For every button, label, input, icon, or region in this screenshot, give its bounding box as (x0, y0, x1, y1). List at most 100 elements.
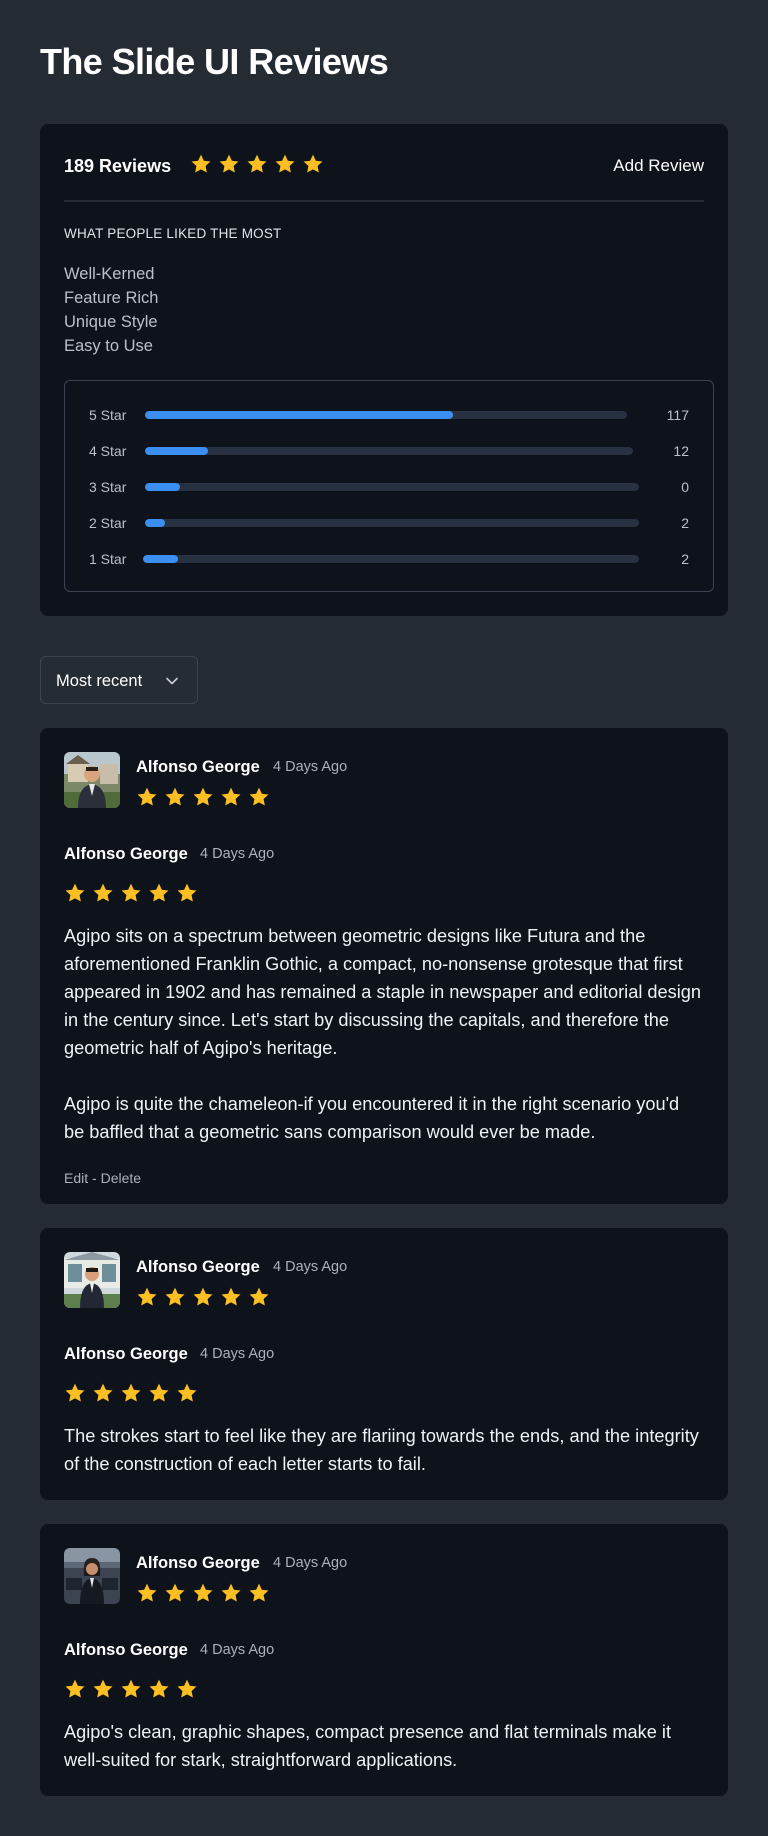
rating-row-count: 117 (666, 407, 689, 423)
review-text: Agipo's clean, graphic shapes, compact p… (64, 1722, 672, 1770)
review-text: Agipo is quite the chameleon-if you enco… (64, 1094, 680, 1142)
review-card: Alfonso George 4 Days Ago Alfonso George… (40, 1524, 728, 1796)
star-icon (248, 1582, 270, 1604)
star-icon (148, 882, 170, 904)
reviews-page: The Slide UI Reviews 189 Reviews Add Rev… (0, 0, 768, 1836)
sort-selected-value: Most recent (56, 672, 143, 690)
star-icon (136, 786, 158, 808)
sort-select[interactable]: Most recent (40, 656, 198, 704)
rating-row-label: 1 Star (89, 551, 127, 567)
rating-row-5: 5 Star 117 (89, 403, 689, 427)
review-rating-stars (136, 1286, 270, 1308)
reviewer-name: Alfonso George (64, 1641, 188, 1659)
rating-row-count: 0 (681, 479, 689, 495)
summary-header: 189 Reviews Add Review (64, 148, 704, 202)
rating-row-1: 1 Star 2 (89, 547, 689, 571)
star-icon (136, 1582, 158, 1604)
review-date: 4 Days Ago (273, 1259, 348, 1275)
rating-breakdown: 5 Star 117 4 Star 12 3 Star 0 2 Star 2 1… (64, 380, 714, 592)
rating-bar-fill (145, 483, 180, 491)
rating-bar-track (145, 447, 633, 455)
liked-item: Well-Kerned (64, 265, 155, 283)
rating-row-count: 2 (681, 515, 689, 531)
reviewer-name: Alfonso George (64, 1345, 188, 1363)
liked-item: Unique Style (64, 313, 158, 331)
rating-bar-fill (145, 447, 209, 455)
rating-row-label: 4 Star (89, 443, 127, 459)
review-rating-stars (64, 1678, 198, 1700)
review-rating-stars (136, 786, 270, 808)
star-icon (192, 1582, 214, 1604)
star-icon (248, 1286, 270, 1308)
review-date: 4 Days Ago (200, 846, 275, 862)
reviews-summary-card: 189 Reviews Add Review WHAT PEOPLE LIKED… (40, 124, 728, 616)
star-icon (220, 786, 242, 808)
avatar (64, 1548, 120, 1604)
review-date: 4 Days Ago (200, 1346, 275, 1362)
star-icon (248, 786, 270, 808)
star-icon (164, 786, 186, 808)
rating-row-4: 4 Star 12 (89, 439, 689, 463)
rating-bar-track (145, 483, 639, 491)
rating-row-count: 12 (673, 443, 689, 459)
star-icon (64, 882, 86, 904)
actions-separator: - (88, 1170, 101, 1186)
rating-row-label: 2 Star (89, 515, 127, 531)
rating-bar-fill (145, 411, 454, 419)
star-icon (274, 153, 296, 175)
star-icon (148, 1678, 170, 1700)
star-icon (92, 882, 114, 904)
review-rating-stars (64, 1382, 198, 1404)
star-icon (220, 1582, 242, 1604)
rating-bar-track (143, 555, 639, 563)
add-review-button[interactable]: Add Review (613, 154, 704, 178)
review-actions: Edit - Delete (64, 1168, 141, 1188)
rating-row-label: 5 Star (89, 407, 127, 423)
delete-review-link[interactable]: Delete (101, 1170, 141, 1186)
reviewer-name: Alfonso George (136, 1554, 260, 1572)
review-date: 4 Days Ago (200, 1642, 275, 1658)
review-card: Alfonso George 4 Days Ago Alfonso George… (40, 728, 728, 1204)
rating-row-count: 2 (681, 551, 689, 567)
reviewer-name: Alfonso George (136, 758, 260, 776)
star-icon (148, 1382, 170, 1404)
review-date: 4 Days Ago (273, 759, 348, 775)
review-card: Alfonso George 4 Days Ago Alfonso George… (40, 1228, 728, 1500)
chevron-down-icon (165, 674, 179, 688)
avatar (64, 1252, 120, 1308)
star-icon (246, 153, 268, 175)
liked-item: Feature Rich (64, 289, 159, 307)
average-rating-stars (190, 153, 324, 175)
liked-item: Easy to Use (64, 337, 153, 355)
review-text: Agipo sits on a spectrum between geometr… (64, 926, 702, 1058)
page-title: The Slide UI Reviews (40, 41, 389, 82)
rating-bar-track (145, 519, 639, 527)
review-rating-stars (136, 1582, 270, 1604)
star-icon (92, 1382, 114, 1404)
avatar (64, 752, 120, 808)
review-rating-stars (64, 882, 198, 904)
liked-most-list: Well-Kerned Feature Rich Unique Style Ea… (64, 262, 158, 358)
rating-bar-track (145, 411, 627, 419)
star-icon (120, 1678, 142, 1700)
edit-review-link[interactable]: Edit (64, 1170, 88, 1186)
star-icon (218, 153, 240, 175)
star-icon (120, 882, 142, 904)
review-count: 189 Reviews (64, 156, 172, 176)
star-icon (120, 1382, 142, 1404)
star-icon (192, 1286, 214, 1308)
star-icon (164, 1286, 186, 1308)
review-date: 4 Days Ago (273, 1555, 348, 1571)
rating-bar-fill (143, 555, 178, 563)
star-icon (192, 786, 214, 808)
star-icon (164, 1582, 186, 1604)
star-icon (176, 1678, 198, 1700)
star-icon (64, 1678, 86, 1700)
star-icon (136, 1286, 158, 1308)
star-icon (176, 882, 198, 904)
star-icon (64, 1382, 86, 1404)
star-icon (92, 1678, 114, 1700)
star-icon (302, 153, 324, 175)
review-text: The strokes start to feel like they are … (64, 1426, 699, 1474)
star-icon (176, 1382, 198, 1404)
